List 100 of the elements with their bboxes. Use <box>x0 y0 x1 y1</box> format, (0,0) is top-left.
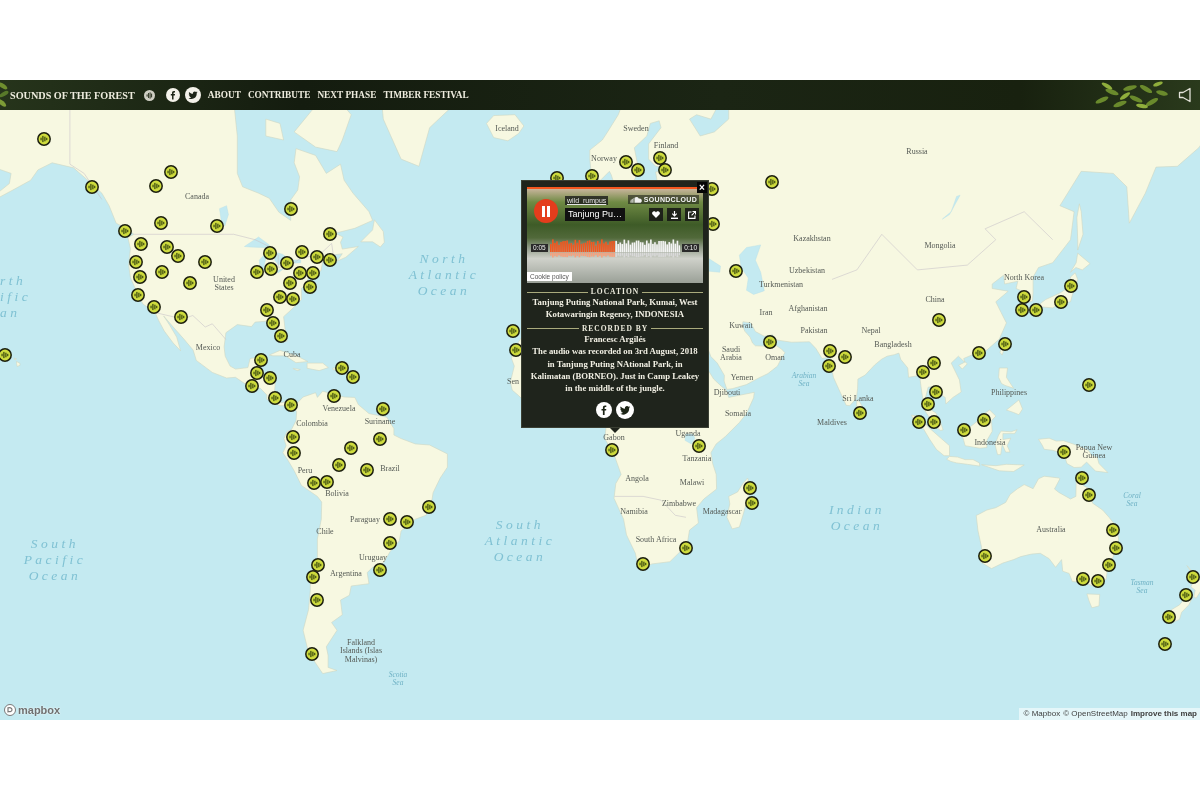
sound-marker-icon[interactable] <box>174 310 188 324</box>
sound-marker-icon[interactable] <box>0 348 12 362</box>
sound-marker-icon[interactable] <box>307 476 321 490</box>
sound-marker-icon[interactable] <box>250 265 264 279</box>
sound-marker-icon[interactable] <box>147 300 161 314</box>
sound-marker-icon[interactable] <box>1082 378 1096 392</box>
sound-marker-icon[interactable] <box>305 647 319 661</box>
sound-marker-icon[interactable] <box>957 423 971 437</box>
sound-marker-icon[interactable] <box>183 276 197 290</box>
sound-marker-icon[interactable] <box>306 266 320 280</box>
sound-marker-icon[interactable] <box>287 446 301 460</box>
sound-marker-icon[interactable] <box>763 335 777 349</box>
sound-marker-icon[interactable] <box>978 549 992 563</box>
sound-marker-icon[interactable] <box>311 558 325 572</box>
facebook-share-button[interactable] <box>596 401 612 418</box>
speaker-icon[interactable] <box>1178 87 1192 103</box>
sound-marker-icon[interactable] <box>210 219 224 233</box>
sound-marker-icon[interactable] <box>927 356 941 370</box>
sound-marker-icon[interactable] <box>264 262 278 276</box>
facebook-icon[interactable] <box>165 88 180 102</box>
sound-marker-icon[interactable] <box>658 163 672 177</box>
nav-link[interactable]: NEXT PHASE <box>317 90 377 100</box>
sound-marker-icon[interactable] <box>245 379 259 393</box>
sound-marker-icon[interactable] <box>131 288 145 302</box>
attribution-link[interactable]: © OpenStreetMap <box>1063 709 1128 718</box>
sound-marker-icon[interactable] <box>383 512 397 526</box>
sound-marker-icon[interactable] <box>273 290 287 304</box>
sound-marker-icon[interactable] <box>400 515 414 529</box>
sound-marker-icon[interactable] <box>260 303 274 317</box>
sound-marker-icon[interactable] <box>332 458 346 472</box>
sound-marker-icon[interactable] <box>1179 588 1193 602</box>
sound-marker-icon[interactable] <box>310 250 324 264</box>
sound-marker-icon[interactable] <box>1054 295 1068 309</box>
sound-marker-icon[interactable] <box>1162 610 1176 624</box>
sound-marker-icon[interactable] <box>631 163 645 177</box>
twitter-icon[interactable] <box>184 87 201 103</box>
sound-marker-icon[interactable] <box>692 439 706 453</box>
sound-marker-icon[interactable] <box>998 337 1012 351</box>
sound-marker-icon[interactable] <box>1057 445 1071 459</box>
sound-marker-icon[interactable] <box>263 371 277 385</box>
sound-marker-icon[interactable] <box>743 481 757 495</box>
sound-marker-icon[interactable] <box>274 329 288 343</box>
sound-marker-icon[interactable] <box>653 151 667 165</box>
sound-marker-icon[interactable] <box>1109 541 1123 555</box>
sound-marker-icon[interactable] <box>198 255 212 269</box>
like-button[interactable] <box>649 208 663 221</box>
sound-marker-icon[interactable] <box>335 361 349 375</box>
sound-marker-icon[interactable] <box>286 430 300 444</box>
sound-marker-icon[interactable] <box>283 276 297 290</box>
sound-marker-icon[interactable] <box>927 415 941 429</box>
sound-marker-icon[interactable] <box>636 557 650 571</box>
sound-marker-icon[interactable] <box>1158 637 1172 651</box>
sound-marker-icon[interactable] <box>977 413 991 427</box>
sound-marker-icon[interactable] <box>323 253 337 267</box>
sound-marker-icon[interactable] <box>729 264 743 278</box>
sound-marker-icon[interactable] <box>250 366 264 380</box>
sound-marker-icon[interactable] <box>327 389 341 403</box>
sound-marker-icon[interactable] <box>376 402 390 416</box>
sound-marker-icon[interactable] <box>679 541 693 555</box>
nav-link[interactable]: ABOUT <box>207 90 241 100</box>
sound-marker-icon[interactable] <box>619 155 633 169</box>
sound-marker-icon[interactable] <box>1106 523 1120 537</box>
sound-marker-icon[interactable] <box>85 180 99 194</box>
sound-marker-icon[interactable] <box>323 227 337 241</box>
mapbox-logo-link[interactable]: mapbox <box>4 704 61 716</box>
sound-marker-icon[interactable] <box>1102 558 1116 572</box>
sound-marker-icon[interactable] <box>1015 303 1029 317</box>
sound-marker-icon[interactable] <box>320 475 334 489</box>
sound-marker-icon[interactable] <box>171 249 185 263</box>
twitter-share-button[interactable] <box>616 400 634 419</box>
sound-marker-icon[interactable] <box>921 397 935 411</box>
sound-marker-icon[interactable] <box>1186 570 1200 584</box>
sound-marker-icon[interactable] <box>263 246 277 260</box>
attribution-link[interactable]: © Mapbox <box>1023 709 1061 718</box>
sound-marker-icon[interactable] <box>373 563 387 577</box>
sound-marker-icon[interactable] <box>1091 574 1105 588</box>
sound-marker-icon[interactable] <box>344 441 358 455</box>
nav-link[interactable]: CONTRIBUTE <box>247 90 311 100</box>
sound-marker-icon[interactable] <box>37 132 51 146</box>
sound-marker-icon[interactable] <box>605 443 619 457</box>
sound-marker-icon[interactable] <box>280 256 294 270</box>
sound-marker-icon[interactable] <box>1075 471 1089 485</box>
sound-marker-icon[interactable] <box>1082 488 1096 502</box>
sound-marker-icon[interactable] <box>254 353 268 367</box>
sound-marker-icon[interactable] <box>506 324 520 338</box>
sound-marker-icon[interactable] <box>284 202 298 216</box>
sound-marker-icon[interactable] <box>822 359 836 373</box>
sound-marker-icon[interactable] <box>932 313 946 327</box>
sound-marker-icon[interactable] <box>373 432 387 446</box>
sound-marker-icon[interactable] <box>306 570 320 584</box>
sound-marker-icon[interactable] <box>293 266 307 280</box>
sound-marker-icon[interactable] <box>164 165 178 179</box>
attribution-link[interactable]: Improve this map <box>1130 709 1197 718</box>
sound-marker-icon[interactable] <box>118 224 132 238</box>
sound-marker-icon[interactable] <box>346 370 360 384</box>
sound-marker-icon[interactable] <box>972 346 986 360</box>
sound-marker-icon[interactable] <box>853 406 867 420</box>
share-button[interactable] <box>685 208 699 221</box>
sound-marker-icon[interactable] <box>284 398 298 412</box>
sound-marker-icon[interactable] <box>1017 290 1031 304</box>
